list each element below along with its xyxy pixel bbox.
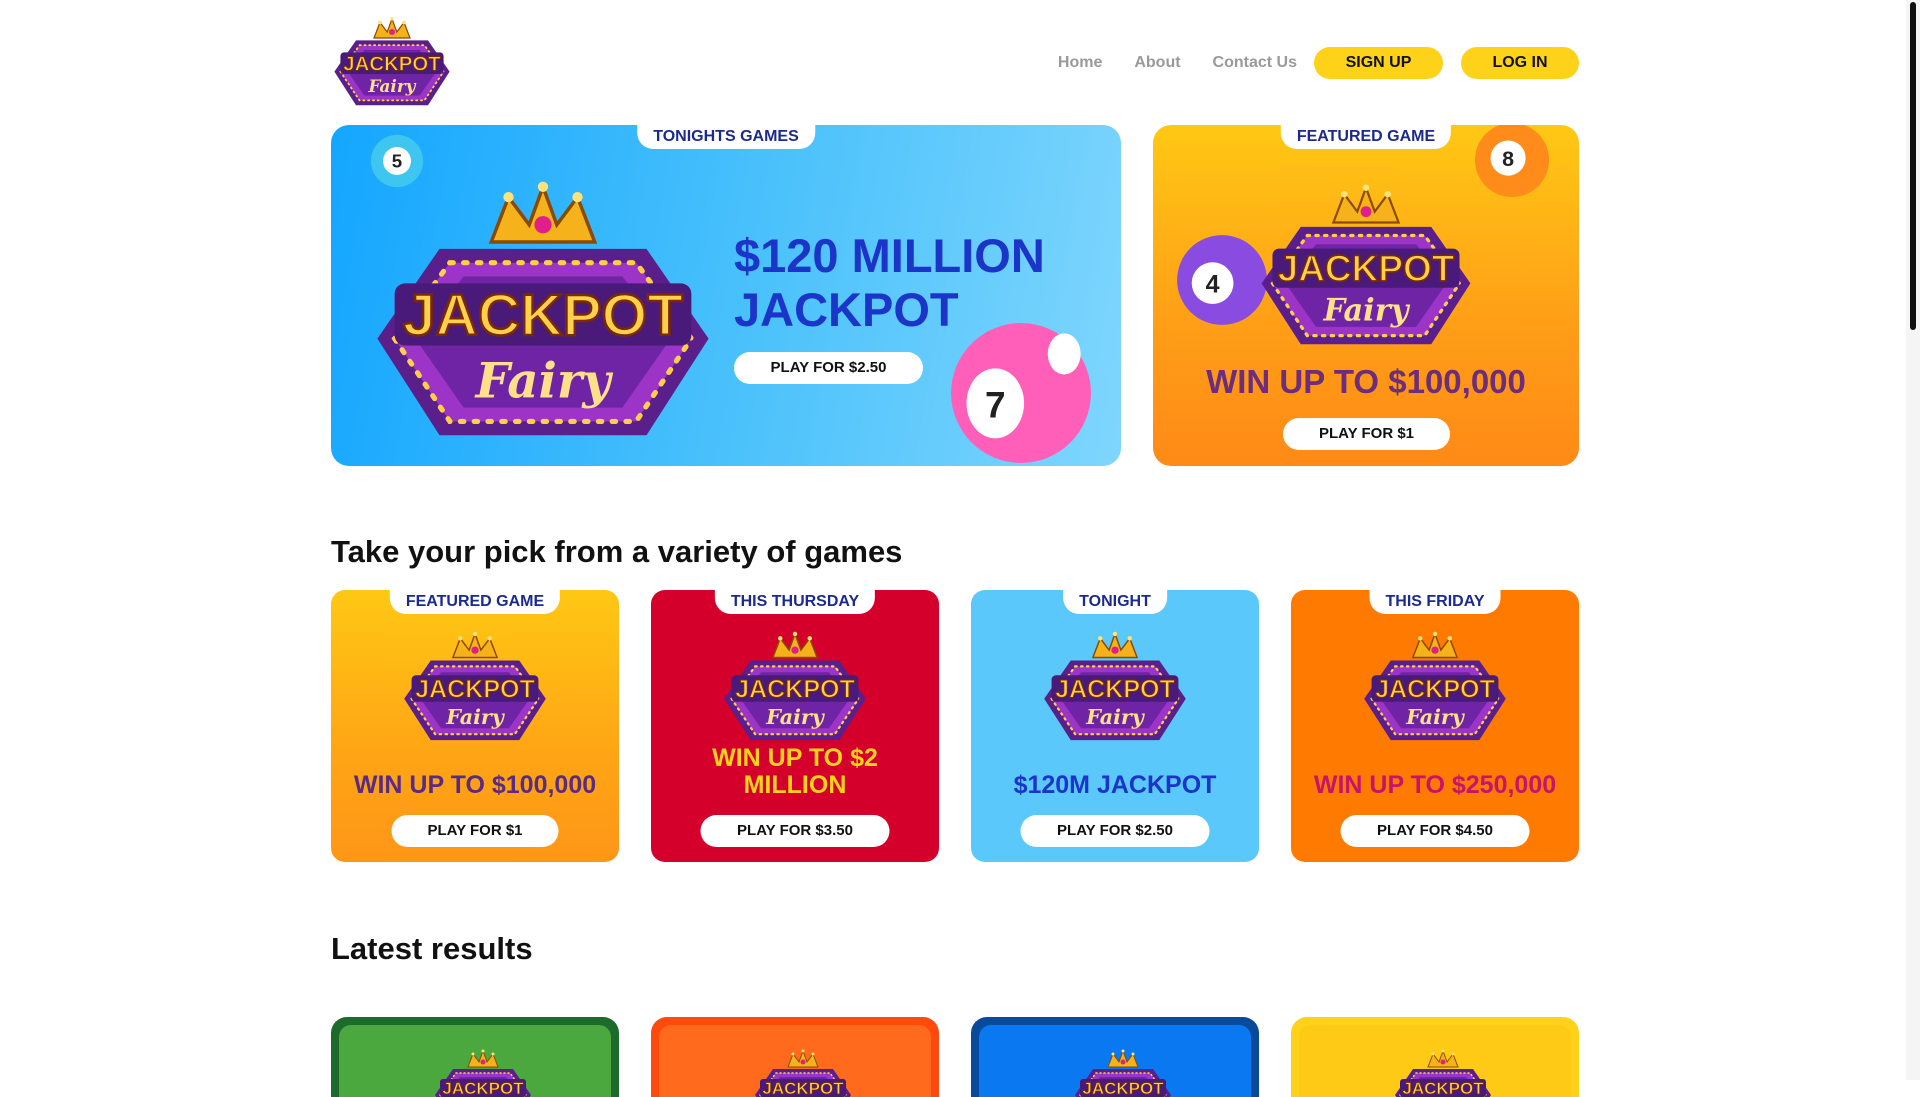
jackpot-fairy-logo	[1073, 1047, 1173, 1097]
game-win-text: WIN UP TO $100,000	[353, 771, 597, 799]
game-card[interactable]: TONIGHT $120M JACKPOT PLAY FOR $2.50	[971, 590, 1259, 862]
page-scrollbar[interactable]	[1906, 0, 1920, 1080]
result-card-inner	[1299, 1025, 1571, 1097]
game-play-button[interactable]: PLAY FOR $4.50	[1340, 815, 1530, 847]
games-heading: Take your pick from a variety of games	[331, 534, 903, 569]
result-card[interactable]	[1291, 1017, 1579, 1097]
games-grid: FEATURED GAME WIN UP TO $100,000 PLAY FO…	[331, 590, 1579, 862]
game-play-button[interactable]: PLAY FOR $2.50	[1020, 815, 1210, 847]
game-play-button[interactable]: PLAY FOR $3.50	[700, 815, 890, 847]
hero-featured-game[interactable]: FEATURED GAME 8 4 WIN UP TO $100,000 PLA…	[1153, 125, 1579, 466]
jackpot-fairy-logo	[753, 1047, 853, 1097]
featured-play-button[interactable]: PLAY FOR $1	[1283, 418, 1450, 450]
results-heading: Latest results	[331, 931, 533, 966]
hero-headline-line1: $120 MILLION	[734, 229, 1045, 282]
nav-contact-link[interactable]: Contact Us	[1213, 48, 1297, 78]
game-card[interactable]: THIS FRIDAY WIN UP TO $250,000 PLAY FOR …	[1291, 590, 1579, 862]
jackpot-fairy-logo	[1360, 628, 1510, 746]
svg-text:8: 8	[1502, 147, 1514, 171]
lottery-ball-7-icon: 7	[951, 323, 1091, 463]
top-nav: Home About Contact Us SIGN UP LOG IN	[1058, 47, 1579, 79]
results-grid	[331, 1017, 1579, 1097]
jackpot-fairy-logo	[720, 628, 870, 746]
svg-text:7: 7	[985, 384, 1006, 426]
game-tag: THIS THURSDAY	[714, 590, 876, 614]
svg-text:5: 5	[392, 151, 402, 172]
result-card-inner	[659, 1025, 931, 1097]
scrollbar-thumb[interactable]	[1910, 2, 1916, 330]
log-in-button[interactable]: LOG IN	[1461, 47, 1579, 79]
svg-text:4: 4	[1206, 271, 1220, 299]
game-tag: TONIGHT	[1063, 590, 1167, 614]
result-card[interactable]	[651, 1017, 939, 1097]
game-card[interactable]: FEATURED GAME WIN UP TO $100,000 PLAY FO…	[331, 590, 619, 862]
lottery-ball-4-icon: 4	[1177, 235, 1267, 325]
game-tag: THIS FRIDAY	[1369, 590, 1501, 614]
nav-about-link[interactable]: About	[1134, 48, 1180, 78]
result-card-inner	[979, 1025, 1251, 1097]
game-win-text: WIN UP TO $250,000	[1313, 771, 1557, 799]
game-win-text: $120M JACKPOT	[1013, 771, 1217, 799]
jackpot-fairy-logo	[400, 628, 550, 746]
hero-tonights-games[interactable]: TONIGHTS GAMES 5 $120 MILLION JACKPOT PL…	[331, 125, 1121, 466]
jackpot-fairy-logo	[1393, 1047, 1493, 1097]
hero-play-button[interactable]: PLAY FOR $2.50	[734, 352, 923, 384]
game-play-button[interactable]: PLAY FOR $1	[391, 815, 559, 847]
result-card[interactable]	[331, 1017, 619, 1097]
jackpot-fairy-logo	[367, 173, 719, 449]
result-card[interactable]	[971, 1017, 1259, 1097]
result-card-inner	[339, 1025, 611, 1097]
featured-tag: FEATURED GAME	[1280, 125, 1452, 149]
game-card[interactable]: THIS THURSDAY WIN UP TO $2 MILLION PLAY …	[651, 590, 939, 862]
hero-tag: TONIGHTS GAMES	[637, 125, 815, 149]
sign-up-button[interactable]: SIGN UP	[1314, 47, 1443, 79]
logo[interactable]	[331, 14, 453, 110]
lottery-ball-8-icon: 8	[1474, 125, 1550, 198]
jackpot-fairy-logo	[1257, 179, 1475, 353]
featured-win-text: WIN UP TO $100,000	[1206, 363, 1526, 400]
game-tag: FEATURED GAME	[389, 590, 561, 614]
game-win-text: WIN UP TO $2 MILLION	[712, 744, 878, 799]
jackpot-fairy-logo	[1040, 628, 1190, 746]
nav-home-link[interactable]: Home	[1058, 48, 1102, 78]
jackpot-fairy-logo	[433, 1047, 533, 1097]
